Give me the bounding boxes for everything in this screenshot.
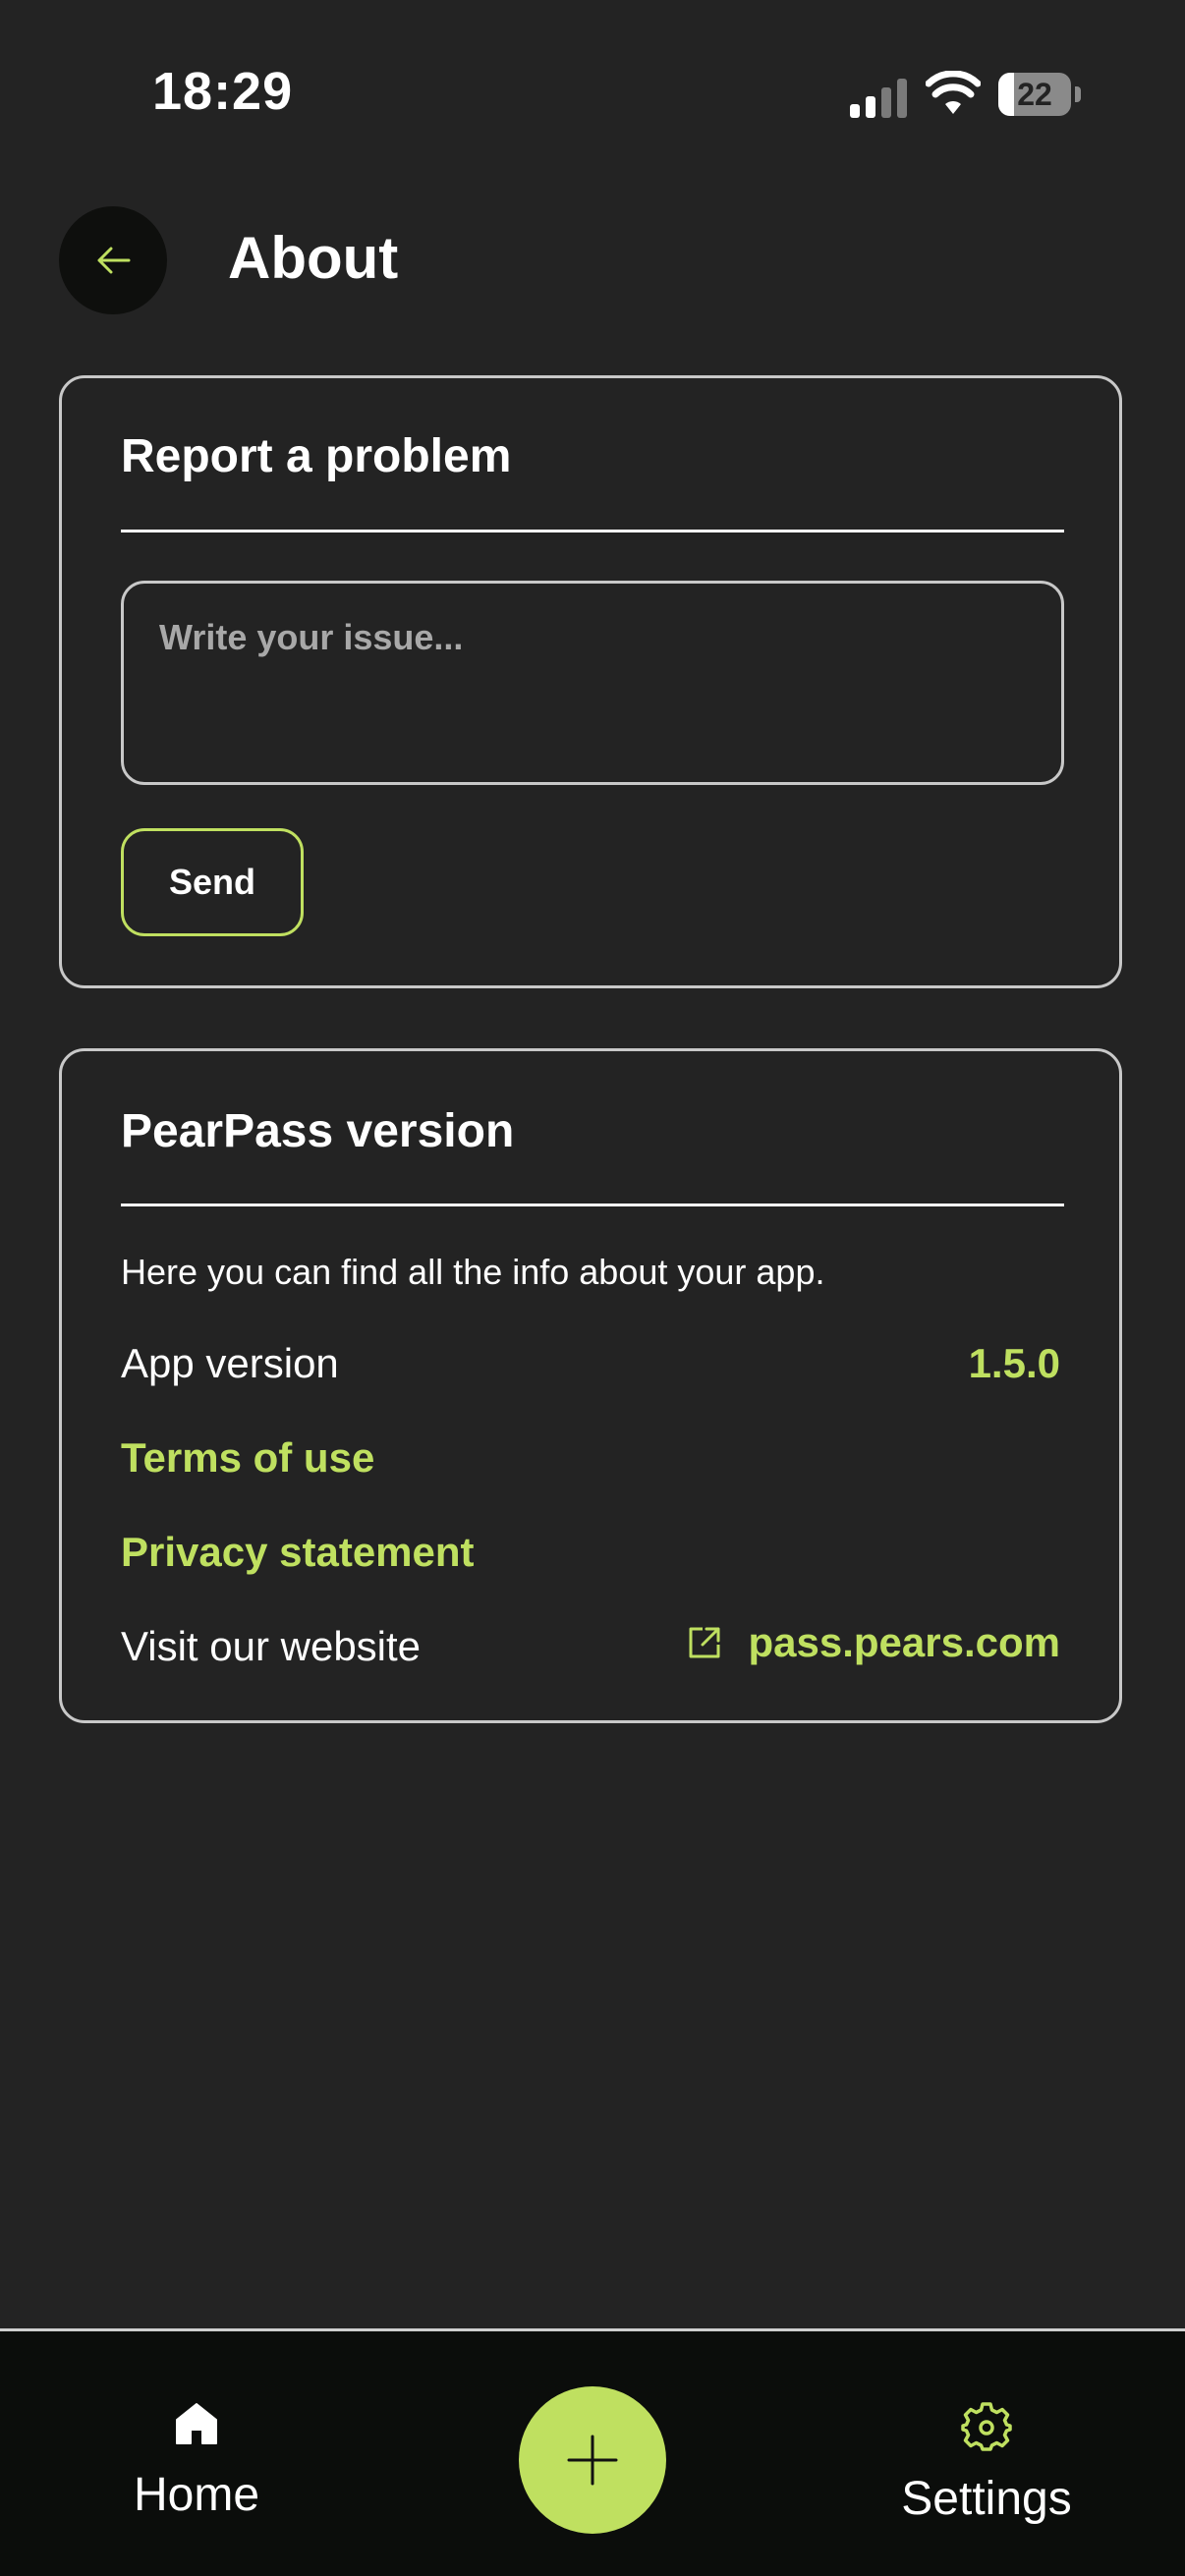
back-button[interactable] [59, 206, 167, 314]
issue-input[interactable] [121, 581, 1064, 785]
nav-home[interactable]: Home [69, 2400, 324, 2522]
page-title: About [228, 225, 399, 291]
version-card: PearPass version Here you can find all t… [59, 1048, 1122, 1723]
signal-icon [850, 79, 907, 118]
wifi-icon [926, 71, 981, 114]
website-link[interactable]: pass.pears.com [687, 1619, 1060, 1666]
website-label: Visit our website [121, 1623, 422, 1669]
version-description: Here you can find all the info about you… [121, 1252, 825, 1292]
add-button[interactable] [519, 2386, 666, 2534]
version-title: PearPass version [121, 1105, 515, 1157]
divider [121, 530, 1064, 532]
status-bar: 18:29 22 [0, 0, 1185, 187]
send-button[interactable]: Send [121, 828, 304, 936]
plus-icon [567, 2435, 618, 2486]
privacy-statement-link[interactable]: Privacy statement [121, 1529, 475, 1576]
battery-level: 22 [1017, 77, 1052, 112]
external-link-icon [689, 1627, 720, 1658]
nav-settings[interactable]: Settings [859, 2400, 1114, 2526]
website-link-text: pass.pears.com [748, 1619, 1060, 1665]
home-icon [176, 2403, 217, 2444]
gear-icon [961, 2402, 1012, 2451]
report-problem-title: Report a problem [121, 430, 512, 482]
terms-of-use-link[interactable]: Terms of use [121, 1434, 374, 1482]
nav-settings-label: Settings [901, 2473, 1072, 2525]
app-version-value: 1.5.0 [968, 1340, 1060, 1386]
app-version-label: App version [121, 1340, 339, 1386]
status-time: 18:29 [152, 62, 294, 121]
nav-home-label: Home [133, 2469, 260, 2521]
arrow-left-icon [97, 247, 131, 274]
bottom-nav: Home Settings [0, 2328, 1185, 2576]
battery-indicator: 22 [998, 73, 1081, 116]
divider [121, 1204, 1064, 1206]
report-problem-card: Report a problem Send [59, 375, 1122, 988]
